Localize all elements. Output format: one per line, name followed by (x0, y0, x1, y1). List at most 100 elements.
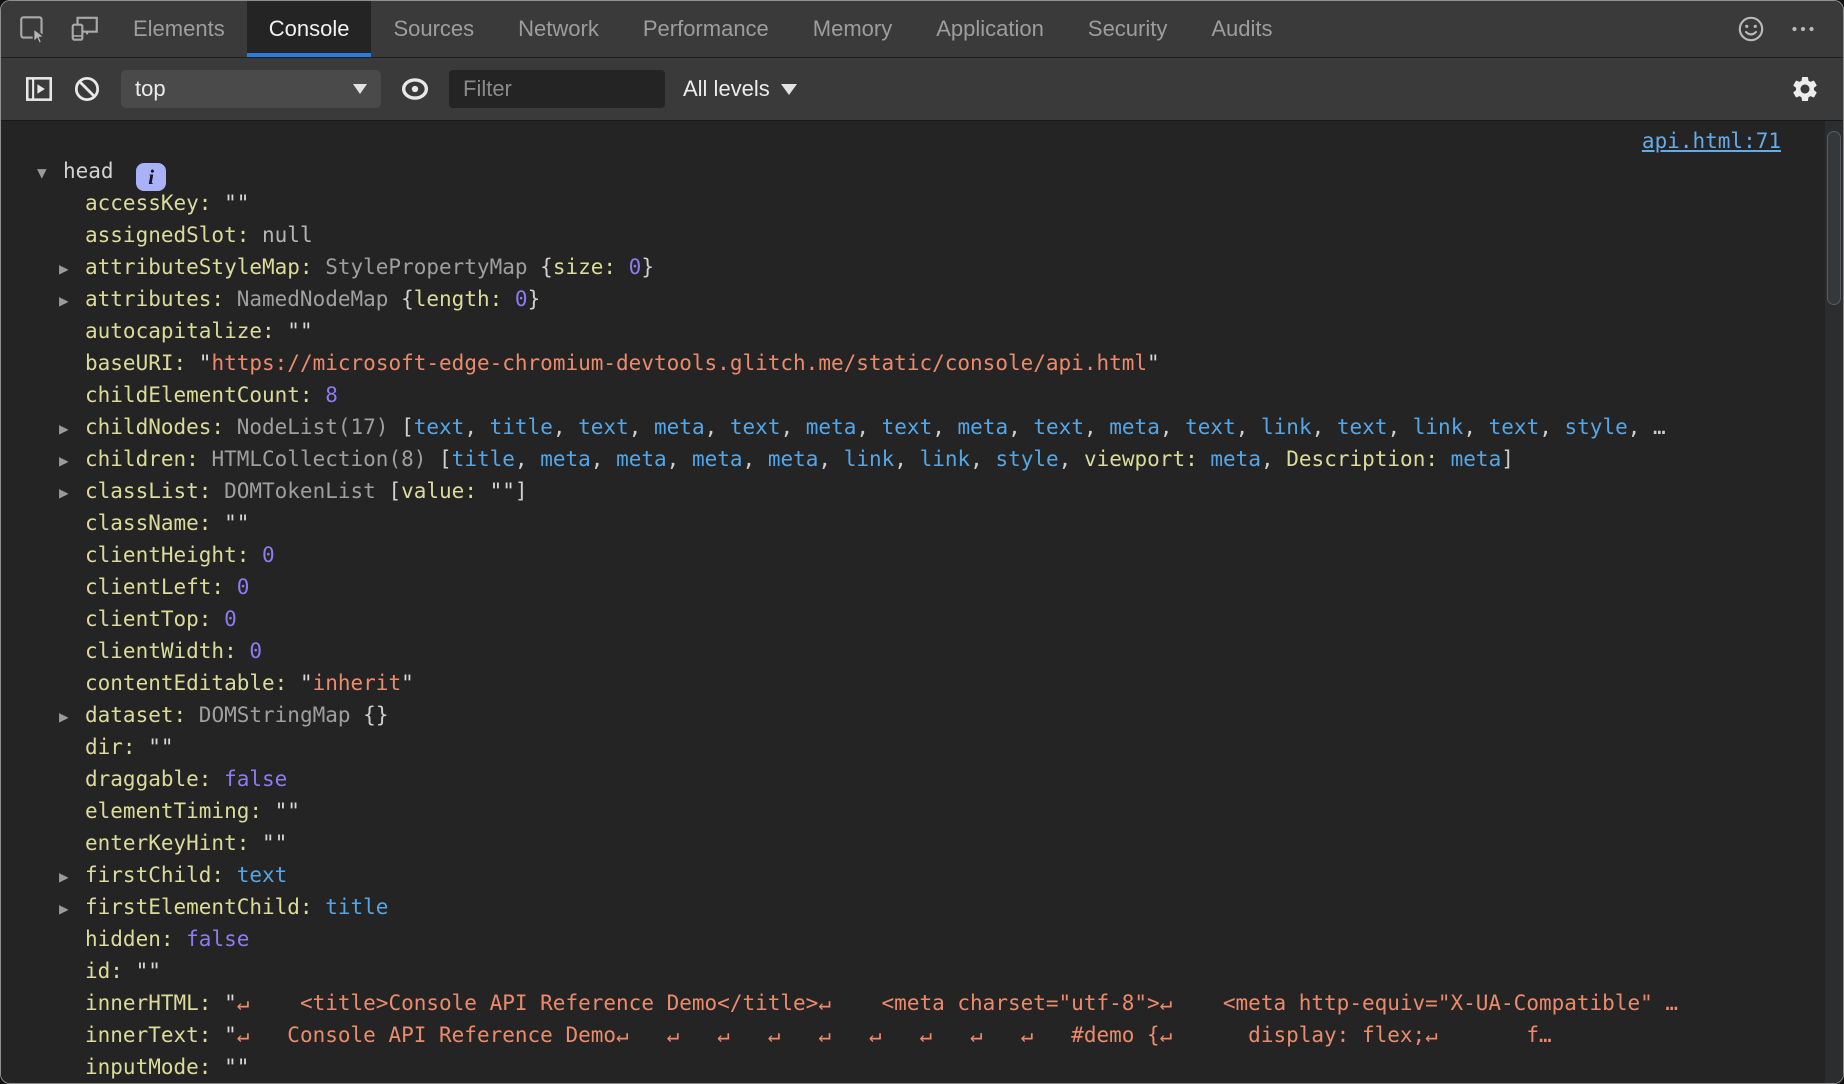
seg-q: "" (224, 191, 249, 215)
seg-key: clientTop: (85, 607, 224, 631)
tab-application[interactable]: Application (914, 1, 1066, 57)
expand-arrow-icon[interactable]: ▶ (59, 861, 85, 893)
seg-plain: , (1084, 415, 1109, 439)
tab-sources[interactable]: Sources (371, 1, 496, 57)
seg-plain: , (1539, 415, 1564, 439)
seg-q: " (401, 671, 414, 695)
context-select[interactable]: top (121, 70, 381, 108)
seg-plain: } (641, 255, 654, 279)
seg-plain: , (932, 415, 957, 439)
tree-row: innerHTML: "↵ <title>Console API Referen… (1, 987, 1843, 1019)
tree-row: accessKey: "" (1, 187, 1843, 219)
seg-node: text (1489, 415, 1540, 439)
tab-strip: ElementsConsoleSourcesNetworkPerformance… (111, 1, 1295, 57)
tree-row: ▶dataset: DOMStringMap {} (1, 699, 1843, 731)
console-output: api.html:71 ▼head i accessKey: "" assign… (1, 121, 1843, 1083)
tree-row: inputMode: "" (1, 1051, 1843, 1083)
arrow-spacer (59, 605, 85, 637)
settings-gear-icon[interactable] (1781, 74, 1829, 104)
seg-plain: , (667, 447, 692, 471)
seg-plain: , (464, 415, 489, 439)
tab-network[interactable]: Network (496, 1, 621, 57)
tab-audits[interactable]: Audits (1189, 1, 1294, 57)
feedback-smiley-icon[interactable] (1725, 1, 1777, 57)
expand-arrow-icon[interactable]: ▶ (59, 285, 85, 317)
toolbar-right-icons (1725, 1, 1843, 57)
seg-node: link (1413, 415, 1464, 439)
seg-q: " (1147, 351, 1160, 375)
seg-key: inputMode: (85, 1055, 224, 1079)
seg-plain: ] (1501, 447, 1514, 471)
collapse-arrow-icon[interactable]: ▼ (37, 157, 63, 189)
seg-node: text (1337, 415, 1388, 439)
seg-node: meta (616, 447, 667, 471)
seg-plain: { (540, 255, 553, 279)
seg-plain: { (401, 287, 414, 311)
tree-row: ▼head i (1, 155, 1843, 187)
tab-memory[interactable]: Memory (791, 1, 914, 57)
seg-key: hidden: (85, 927, 186, 951)
arrow-spacer (59, 637, 85, 669)
tree-row: dir: "" (1, 731, 1843, 763)
arrow-spacer (59, 989, 85, 1021)
seg-key: viewport: (1084, 447, 1210, 471)
expand-arrow-icon[interactable]: ▶ (59, 893, 85, 925)
seg-node: text (730, 415, 781, 439)
seg-q: " (300, 671, 313, 695)
seg-type: HTMLCollection(8) (211, 447, 439, 471)
seg-plain: [ (439, 447, 452, 471)
seg-plain: , (515, 447, 540, 471)
seg-plain: , (1059, 447, 1084, 471)
level-select[interactable]: All levels (683, 76, 797, 102)
seg-q: "" (287, 319, 312, 343)
expand-arrow-icon[interactable]: ▶ (59, 477, 85, 509)
expand-arrow-icon[interactable]: ▶ (59, 701, 85, 733)
arrow-spacer (59, 733, 85, 765)
tree-row: assignedSlot: null (1, 219, 1843, 251)
seg-key: clientLeft: (85, 575, 237, 599)
seg-plain: , (1160, 415, 1185, 439)
tree-row: enterKeyHint: "" (1, 827, 1843, 859)
seg-key: childNodes: (85, 415, 237, 439)
tree-row: elementTiming: "" (1, 795, 1843, 827)
main-toolbar: ElementsConsoleSourcesNetworkPerformance… (1, 1, 1843, 58)
tab-performance[interactable]: Performance (621, 1, 791, 57)
device-toolbar-icon[interactable] (59, 1, 111, 57)
seg-plain: , (818, 447, 843, 471)
tree-row: draggable: false (1, 763, 1843, 795)
seg-plain: } (528, 287, 541, 311)
vertical-scrollbar[interactable] (1825, 121, 1843, 1083)
scrollbar-thumb[interactable] (1827, 131, 1841, 305)
tab-console[interactable]: Console (247, 1, 372, 57)
seg-key: assignedSlot: (85, 223, 262, 247)
seg-q: "" (224, 511, 249, 535)
seg-num: 0 (262, 543, 275, 567)
seg-key: id: (85, 959, 136, 983)
expand-arrow-icon[interactable]: ▶ (59, 445, 85, 477)
seg-plain: [ (401, 415, 414, 439)
seg-plain: {} (363, 703, 388, 727)
seg-type: DOMStringMap (199, 703, 363, 727)
arrow-spacer (59, 573, 85, 605)
filter-input[interactable] (449, 70, 665, 108)
more-menu-icon[interactable] (1777, 1, 1829, 57)
tree-row: id: "" (1, 955, 1843, 987)
expand-arrow-icon[interactable]: ▶ (59, 253, 85, 285)
seg-node: meta (1109, 415, 1160, 439)
seg-q: "" (224, 1055, 249, 1079)
expand-arrow-icon[interactable]: ▶ (59, 413, 85, 445)
seg-q: "" (262, 831, 287, 855)
seg-key: dir: (85, 735, 148, 759)
tree-row: baseURI: "https://microsoft-edge-chromiu… (1, 347, 1843, 379)
seg-node: text (1185, 415, 1236, 439)
seg-plain: ] (515, 479, 528, 503)
clear-console-icon[interactable] (63, 73, 111, 105)
arrow-spacer (59, 189, 85, 221)
source-link[interactable]: api.html:71 (1, 121, 1843, 155)
tab-security[interactable]: Security (1066, 1, 1189, 57)
live-expression-eye-icon[interactable] (391, 72, 439, 106)
tab-elements[interactable]: Elements (111, 1, 247, 57)
console-sidebar-icon[interactable] (15, 73, 63, 105)
inspect-element-icon[interactable] (7, 1, 59, 57)
seg-plain: , (553, 415, 578, 439)
